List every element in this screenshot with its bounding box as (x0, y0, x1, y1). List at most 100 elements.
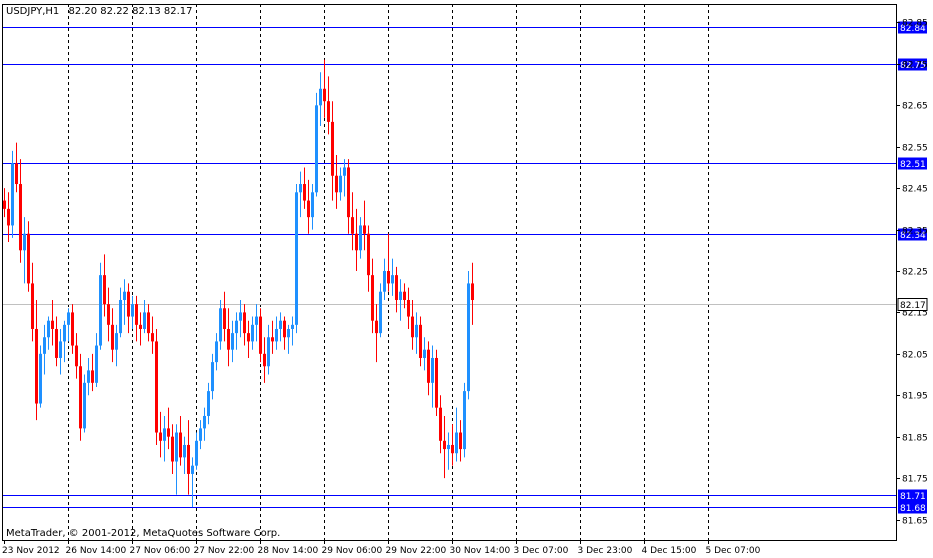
time-tick-label: 3 Dec 23:00 (578, 546, 633, 556)
candle-body (351, 217, 354, 234)
candle-body (339, 175, 342, 193)
candle-body (131, 304, 134, 317)
candle-body (239, 312, 242, 321)
candle-body (107, 304, 110, 325)
candle-body (27, 233, 30, 284)
candle-body (463, 391, 466, 450)
candle-body (167, 428, 170, 437)
candle-body (119, 299, 122, 334)
candle-body (87, 370, 90, 383)
candle-body (327, 101, 330, 122)
candle-body (427, 349, 430, 383)
candle-body (7, 208, 10, 226)
candle-body (71, 312, 74, 346)
candle-body (423, 349, 426, 358)
candle-body (367, 233, 370, 276)
candle (11, 150, 14, 238)
candle-body (451, 444, 454, 454)
price-tick-label: 82.65 (902, 102, 928, 112)
price-tick-label: 82.55 (902, 144, 928, 154)
candle-body (83, 382, 86, 429)
candle-body (95, 345, 98, 383)
candle-body (75, 345, 78, 367)
price-tick-label: 81.65 (902, 517, 928, 527)
candle-body (347, 167, 350, 218)
candle-body (227, 328, 230, 350)
chart-background (0, 0, 933, 558)
watermark-text: MetaTrader, © 2001-2012, MetaQuotes Soft… (6, 528, 280, 539)
price-tick-label: 82.25 (902, 268, 928, 278)
candle-body (275, 328, 278, 342)
candle-body (399, 291, 402, 300)
candle-body (363, 225, 366, 234)
candle (435, 349, 438, 416)
candle-body (207, 391, 210, 416)
candle-body (403, 291, 406, 300)
candle-body (279, 320, 282, 329)
candle-body (203, 415, 206, 429)
chart-canvas[interactable]: 82.8482.7582.5182.3481.7181.68 82.8582.7… (0, 0, 933, 558)
candle-body (19, 184, 22, 251)
candle-body (407, 299, 410, 317)
price-tick-label: 82.75 (902, 61, 928, 71)
candle-body (15, 163, 18, 185)
candle-body (139, 324, 142, 329)
time-tick-label: 5 Dec 07:00 (706, 546, 761, 556)
candle-body (215, 341, 218, 363)
candle-body (443, 440, 446, 450)
candle-body (199, 428, 202, 441)
current-price-label: 82.17 (900, 301, 926, 311)
price-tick-label: 82.35 (902, 227, 928, 237)
price-chart[interactable]: 82.84 82.75 82.51 82.34 81.71 81.68 82.85 82.7… (0, 0, 933, 558)
candle-body (187, 444, 190, 474)
candle-body (299, 184, 302, 193)
candle-body (259, 316, 262, 354)
level-label: 81.68 (900, 504, 926, 514)
candle (83, 374, 86, 433)
candle-body (419, 324, 422, 358)
candle-body (355, 233, 358, 251)
candle-body (47, 320, 50, 338)
candle-body (323, 88, 326, 102)
candle-body (191, 465, 194, 474)
candle-body (359, 225, 362, 251)
candle-body (11, 163, 14, 226)
candle-body (127, 291, 130, 317)
candle-body (111, 324, 114, 350)
candle-body (375, 320, 378, 334)
candle-body (315, 105, 318, 193)
candle-body (455, 432, 458, 454)
time-tick-label: 29 Nov 22:00 (386, 546, 447, 556)
candle-body (163, 428, 166, 441)
candle-body (471, 283, 474, 300)
candle-body (235, 320, 238, 334)
candle-body (311, 192, 314, 218)
candle-body (383, 271, 386, 292)
price-tick-label: 82.45 (902, 185, 928, 195)
time-tick-label: 27 Nov 06:00 (130, 546, 191, 556)
candle-body (307, 200, 310, 218)
candle-body (183, 444, 186, 458)
candle-body (67, 312, 70, 325)
candle-body (99, 275, 102, 346)
candle-body (211, 362, 214, 392)
time-tick-label: 28 Nov 14:00 (258, 546, 319, 556)
candle-body (159, 432, 162, 441)
candle-body (331, 121, 334, 176)
candle-body (31, 283, 34, 329)
time-tick-label: 30 Nov 14:00 (450, 546, 511, 556)
candle-body (63, 324, 66, 342)
candle-body (267, 337, 270, 367)
candle-body (411, 316, 414, 338)
candle-body (283, 320, 286, 338)
candle-body (123, 291, 126, 300)
candle-body (103, 275, 106, 305)
candle-body (319, 88, 322, 106)
candle-body (135, 304, 138, 325)
candle-body (395, 275, 398, 300)
candle-body (231, 333, 234, 350)
candle (155, 328, 158, 445)
candle-body (23, 233, 26, 251)
candle-body (263, 353, 266, 367)
candle-body (387, 271, 390, 284)
